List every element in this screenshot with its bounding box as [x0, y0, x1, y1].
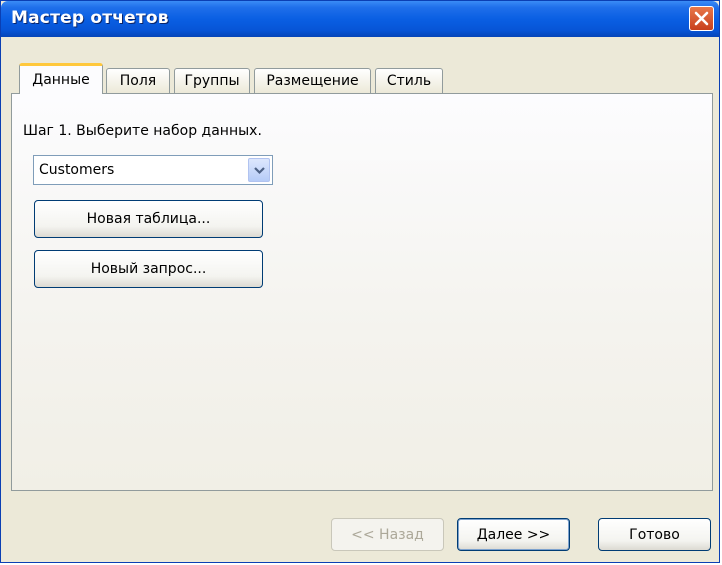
- close-button[interactable]: [689, 6, 714, 31]
- dataset-select-value: Customers: [39, 162, 115, 178]
- tab-label: Группы: [184, 73, 240, 89]
- tab-groups[interactable]: Группы: [174, 68, 250, 93]
- tab-label: Стиль: [386, 73, 432, 89]
- title-bar[interactable]: Мастер отчетов: [1, 1, 719, 37]
- dropdown-button[interactable]: [248, 158, 270, 182]
- tab-style[interactable]: Стиль: [375, 68, 443, 93]
- tab-layout[interactable]: Размещение: [254, 68, 371, 93]
- close-icon: [694, 11, 709, 26]
- tab-label: Поля: [119, 73, 157, 89]
- tab-data[interactable]: Данные: [19, 63, 103, 94]
- back-button[interactable]: << Назад: [331, 518, 444, 551]
- chevron-down-icon: [254, 167, 265, 175]
- finish-button[interactable]: Готово: [598, 518, 711, 551]
- finish-button-label: Готово: [629, 526, 680, 543]
- tab-label: Размещение: [266, 73, 359, 89]
- next-button-label: Далее >>: [476, 526, 551, 543]
- tab-panel: [11, 93, 713, 491]
- tab-fields[interactable]: Поля: [106, 68, 170, 93]
- new-table-button[interactable]: Новая таблица...: [34, 200, 263, 238]
- new-query-button[interactable]: Новый запрос...: [34, 250, 263, 288]
- new-query-button-label: Новый запрос...: [90, 261, 207, 277]
- dataset-select[interactable]: Customers: [33, 155, 273, 185]
- back-button-label: << Назад: [351, 526, 424, 543]
- window-title: Мастер отчетов: [11, 8, 169, 28]
- new-table-button-label: Новая таблица...: [86, 211, 211, 227]
- tab-label: Данные: [32, 72, 90, 88]
- report-wizard-window: Мастер отчетов Данные Поля Группы Размещ…: [0, 0, 720, 563]
- next-button[interactable]: Далее >>: [457, 518, 570, 551]
- step-label: Шаг 1. Выберите набор данных.: [23, 123, 262, 139]
